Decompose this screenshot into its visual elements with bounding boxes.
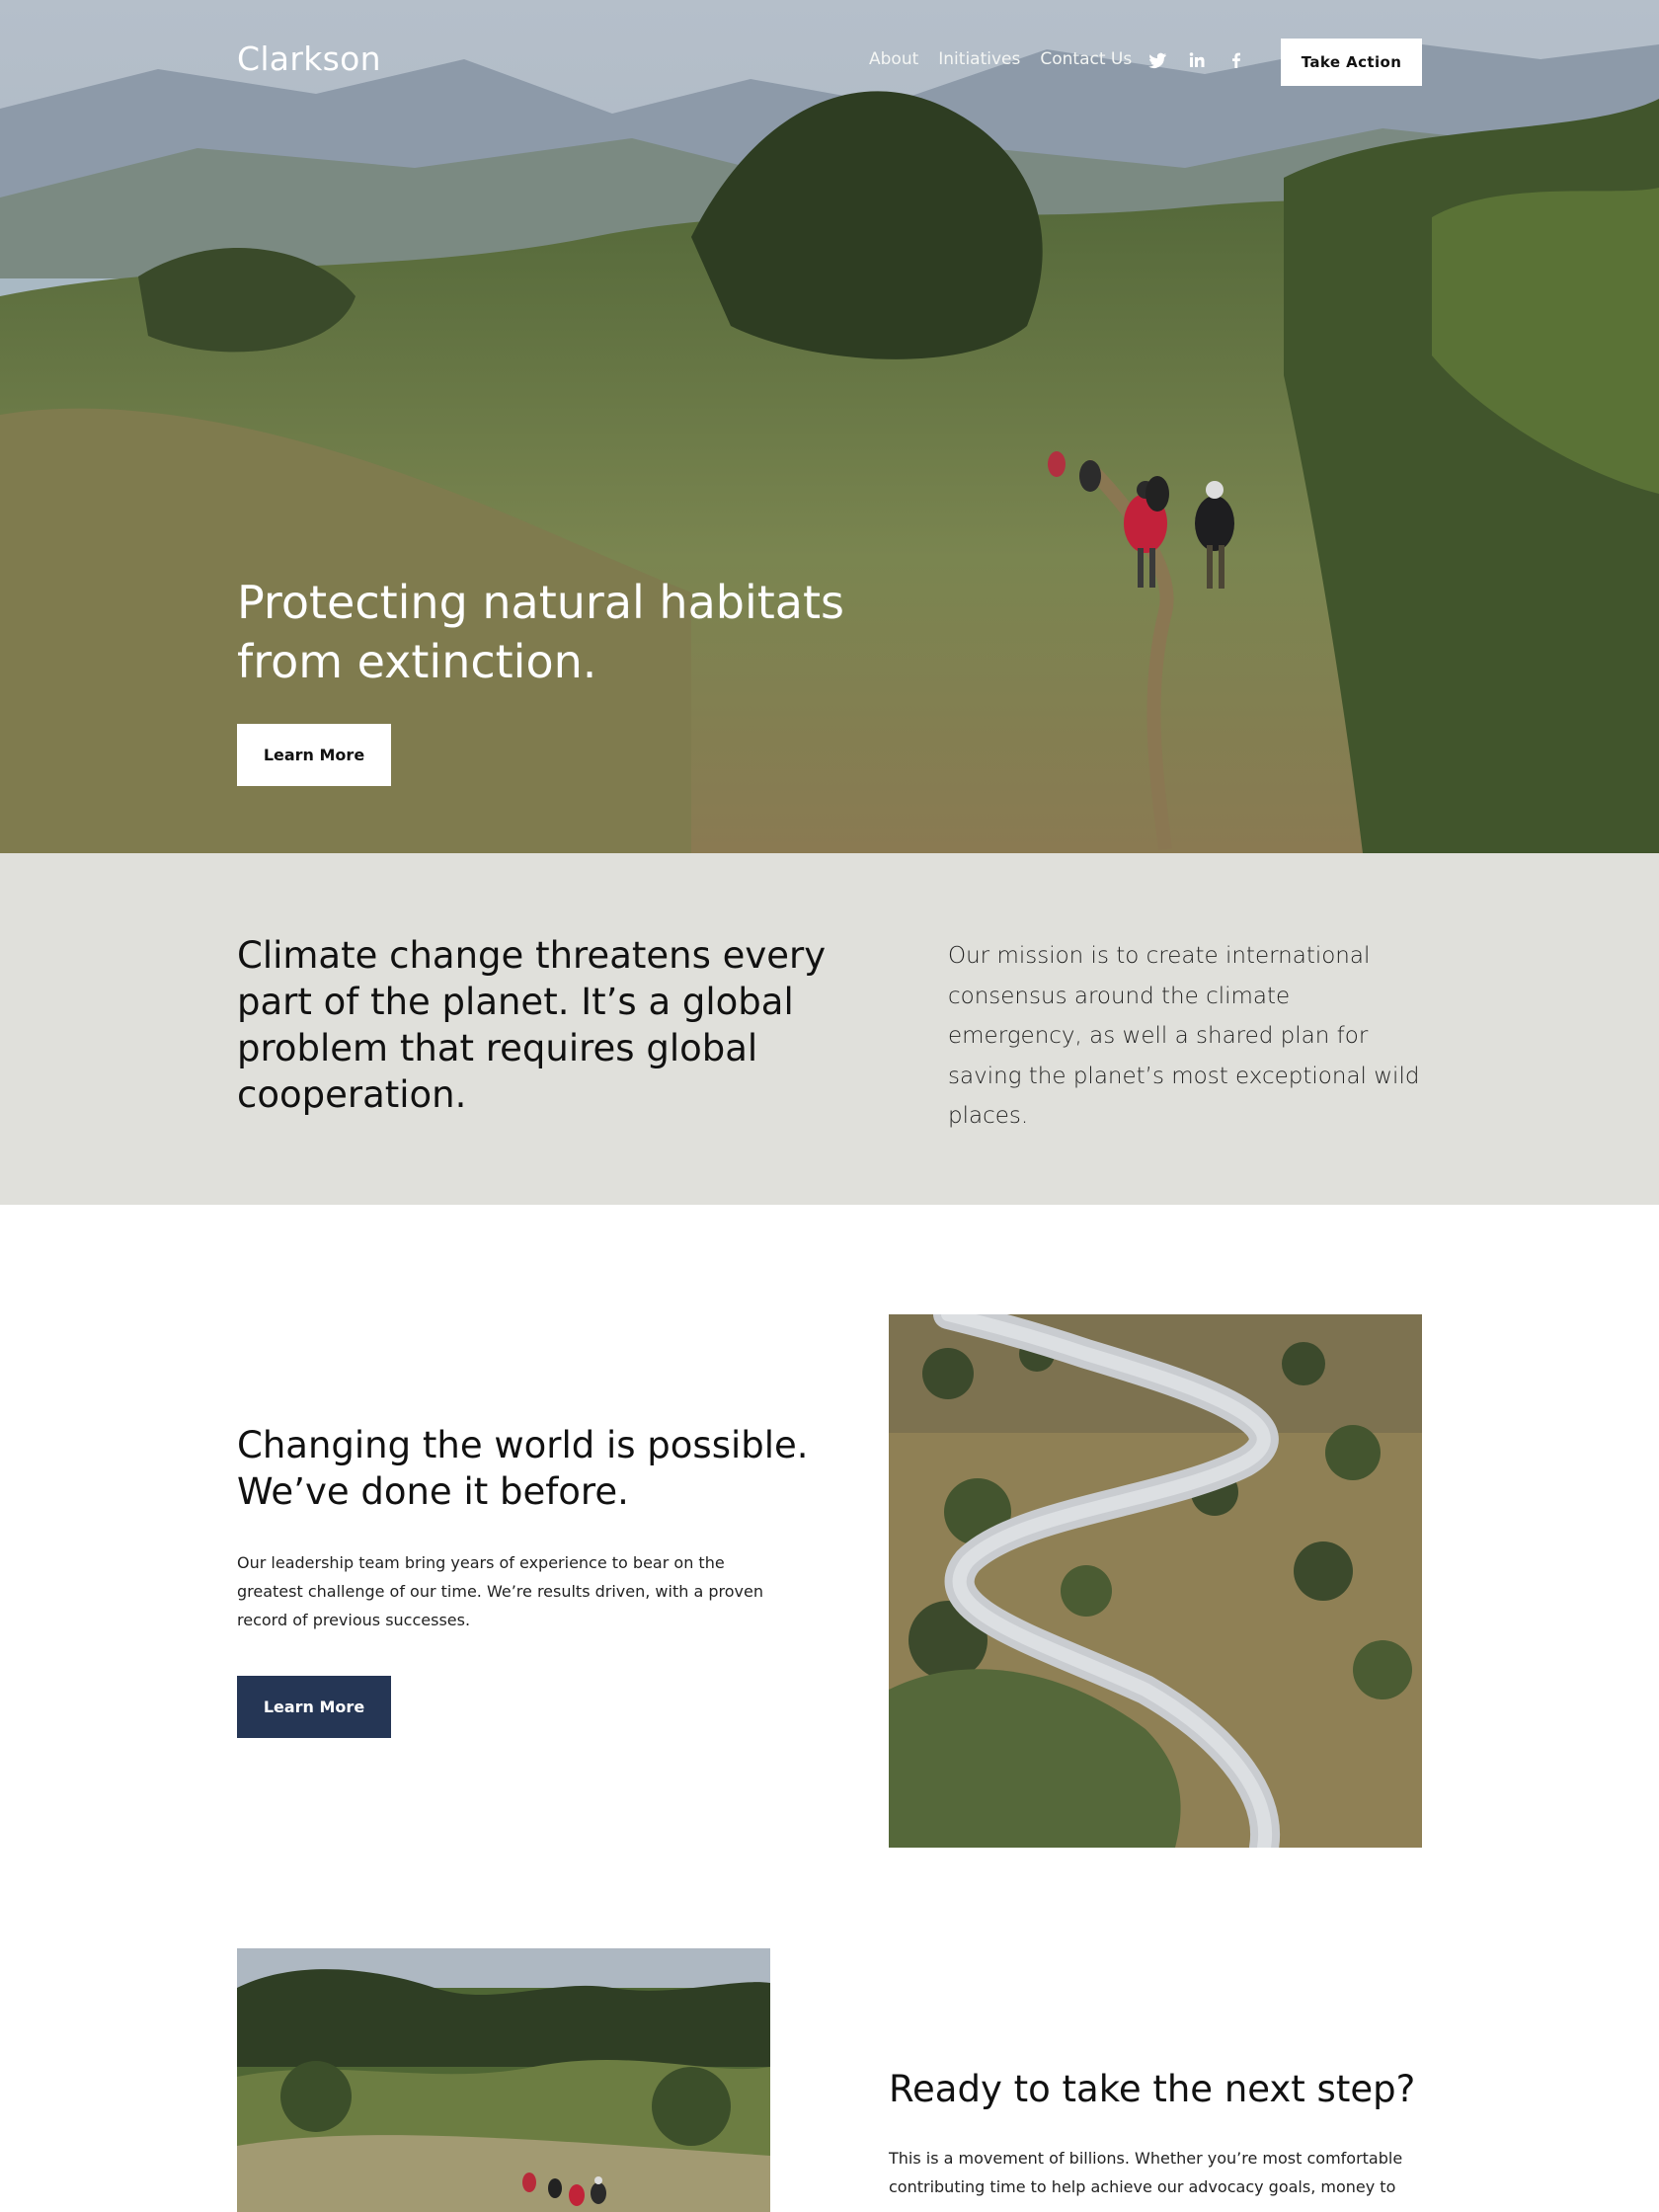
- linkedin-icon[interactable]: [1187, 50, 1207, 70]
- main-nav: About Initiatives Contact Us: [869, 49, 1151, 69]
- change-body: Our leadership team bring years of exper…: [237, 1553, 763, 1629]
- mission-section: Climate change threatens every part of t…: [0, 853, 1659, 1205]
- hero-section: Clarkson About Initiatives Contact Us Ta…: [0, 0, 1659, 853]
- change-heading: Changing the world is possible. We’ve do…: [237, 1424, 809, 1513]
- nav-link-about[interactable]: About: [869, 49, 918, 69]
- mission-statement: Our mission is to create international c…: [948, 943, 1420, 1129]
- nav-link-contact-us[interactable]: Contact Us: [1040, 49, 1132, 69]
- mission-heading: Climate change threatens every part of t…: [237, 934, 827, 1116]
- social-links: [1147, 50, 1246, 70]
- nav-link-initiatives[interactable]: Initiatives: [938, 49, 1020, 69]
- hero-title: Protecting natural habitats from extinct…: [237, 576, 844, 688]
- next-step-heading: Ready to take the next step?: [889, 2068, 1416, 2110]
- hikers-image: [237, 1948, 770, 2212]
- take-action-button[interactable]: Take Action: [1281, 39, 1422, 86]
- next-step-body: This is a movement of billions. Whether …: [889, 2149, 1403, 2196]
- facebook-icon[interactable]: [1226, 50, 1246, 70]
- twitter-icon[interactable]: [1147, 50, 1167, 70]
- winding-road-image: [889, 1314, 1422, 1848]
- hero-learn-more-button[interactable]: Learn More: [237, 724, 391, 786]
- change-learn-more-button[interactable]: Learn More: [237, 1676, 391, 1738]
- site-logo[interactable]: Clarkson: [237, 40, 381, 78]
